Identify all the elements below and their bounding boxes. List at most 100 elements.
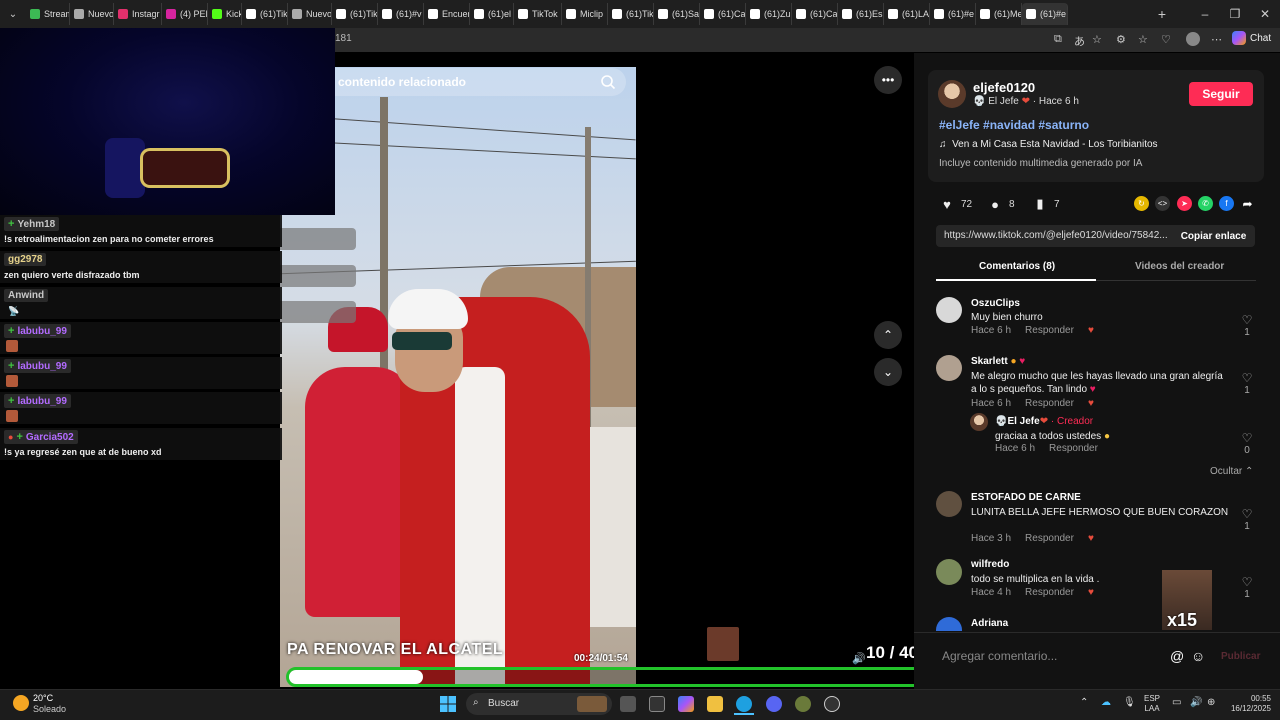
volume-icon[interactable]: 🔊 xyxy=(852,652,866,665)
discord-icon[interactable] xyxy=(766,696,782,712)
browser-tab[interactable]: Nuevo xyxy=(70,3,114,25)
browser-tab[interactable]: (61)Es xyxy=(838,3,884,25)
restore-icon[interactable]: ❐ xyxy=(1220,0,1250,28)
browser-tab[interactable]: Miclip xyxy=(562,3,608,25)
profile-avatar[interactable] xyxy=(1186,32,1200,46)
volume-tray-icon[interactable]: 🔊 xyxy=(1190,697,1202,708)
comment-like[interactable]: ♡ 1 xyxy=(1239,507,1255,532)
copilot-taskbar-icon[interactable] xyxy=(678,696,694,712)
weather-sun-icon[interactable] xyxy=(13,695,29,711)
comment-avatar[interactable] xyxy=(936,559,962,585)
hide-replies-button[interactable]: Ocultar ⌃ xyxy=(1210,466,1253,477)
edge-browser-icon[interactable] xyxy=(736,696,752,712)
input-language[interactable]: ESP LAA xyxy=(1144,694,1160,714)
browser-tab[interactable]: (61)#v xyxy=(378,3,424,25)
reply-button[interactable]: Responder xyxy=(1025,533,1074,544)
comment-like[interactable]: ♡ 1 xyxy=(1239,313,1255,338)
share-arrow-icon[interactable]: ➦ xyxy=(1240,196,1255,211)
reply-button[interactable]: Responder xyxy=(1025,587,1074,598)
new-tab-icon[interactable]: + xyxy=(1153,6,1171,22)
comment-like[interactable]: ♡ 1 xyxy=(1239,575,1255,600)
browser-tab[interactable]: (61)Ca xyxy=(792,3,838,25)
reply-avatar[interactable] xyxy=(970,413,988,431)
like-stat[interactable]: ♥ 72 xyxy=(939,197,972,212)
task-view-icon[interactable] xyxy=(620,696,636,712)
favorites-icon[interactable]: ☆ xyxy=(1138,33,1148,46)
browser-tab[interactable]: (61)Ca xyxy=(700,3,746,25)
network-icon[interactable]: ▭ xyxy=(1172,697,1181,708)
follow-button[interactable]: Seguir xyxy=(1189,82,1253,106)
file-explorer-icon[interactable] xyxy=(707,696,723,712)
mention-icon[interactable]: @ xyxy=(1170,648,1184,664)
browser-tab[interactable]: Nuevo xyxy=(288,3,332,25)
save-stat[interactable]: ▮ 7 xyxy=(1032,196,1059,211)
copy-link-button[interactable]: Copiar enlace xyxy=(1172,225,1255,247)
whatsapp-icon[interactable]: ✆ xyxy=(1198,196,1213,211)
cloud-icon[interactable]: ☁ xyxy=(1101,697,1111,708)
comment-avatar[interactable] xyxy=(936,355,962,381)
creator-avatar[interactable] xyxy=(938,80,966,108)
browser-tab[interactable]: (61)#e xyxy=(930,3,976,25)
browser-tab[interactable]: (61)#e✕ xyxy=(1022,3,1068,25)
browser-tab[interactable]: (61)el xyxy=(470,3,514,25)
tab-list-chevron-icon[interactable]: ⌄ xyxy=(0,3,26,25)
open-in-window-icon[interactable]: ⧉ xyxy=(1054,33,1062,46)
comment-username[interactable]: Skarlett ● ♥ xyxy=(971,356,1025,367)
comment-username[interactable]: OszuClips xyxy=(971,298,1020,309)
video-link-field[interactable]: https://www.tiktok.com/@eljefe0120/video… xyxy=(936,225,1172,247)
browser-tab[interactable]: (4) PER xyxy=(162,3,208,25)
store-icon[interactable] xyxy=(649,696,665,712)
browser-tab[interactable]: (61)Me xyxy=(976,3,1022,25)
browser-tab[interactable]: (61)Sa xyxy=(654,3,700,25)
close-window-icon[interactable]: ✕ xyxy=(1250,0,1280,28)
copilot-chat-button[interactable]: Chat xyxy=(1232,31,1271,45)
browser-tab[interactable]: (61)Tik xyxy=(332,3,378,25)
microphone-icon[interactable]: 🎙 xyxy=(1123,697,1136,708)
browser-tab[interactable]: (61)Tik xyxy=(608,3,654,25)
comment-like[interactable]: ♡ 1 xyxy=(1239,371,1255,396)
browser-tab[interactable]: (61)Tik xyxy=(242,3,288,25)
browser-tab[interactable]: (61)LA xyxy=(884,3,930,25)
weather-temperature[interactable]: 20°C xyxy=(33,693,53,703)
tray-overflow-icon[interactable]: ⌃ xyxy=(1080,697,1088,708)
comment-avatar[interactable] xyxy=(936,297,962,323)
creator-username[interactable]: eljefe0120 xyxy=(973,80,1035,95)
obs-icon[interactable] xyxy=(824,696,840,712)
browser-tab[interactable]: Encuer xyxy=(424,3,470,25)
reply-button[interactable]: Responder xyxy=(1049,443,1098,454)
post-music[interactable]: ♫ Ven a Mi Casa Esta Navidad - Los Torib… xyxy=(939,139,1158,150)
browser-tab[interactable]: TikTok xyxy=(514,3,562,25)
extensions-icon[interactable]: ⚙ xyxy=(1116,33,1126,46)
reply-button[interactable]: Responder xyxy=(1025,398,1074,409)
comment-username[interactable]: wilfredo xyxy=(971,559,1009,570)
comment-username[interactable]: 💀El Jefe❤ · Creador xyxy=(995,416,1093,427)
emoji-picker-icon[interactable]: ☺ xyxy=(1191,648,1205,664)
translate-icon[interactable]: あ xyxy=(1074,33,1085,49)
comment-avatar[interactable] xyxy=(936,491,962,517)
app-icon[interactable] xyxy=(795,696,811,712)
publish-button[interactable]: Publicar xyxy=(1221,651,1260,662)
favorite-star-icon[interactable]: ☆ xyxy=(1092,33,1102,46)
send-icon[interactable]: ➤ xyxy=(1177,196,1192,211)
browser-essentials-icon[interactable]: ♡ xyxy=(1161,33,1171,46)
search-icon[interactable] xyxy=(600,74,616,90)
more-menu-icon[interactable]: ⋯ xyxy=(1211,33,1222,46)
browser-tab[interactable]: Stream xyxy=(26,3,70,25)
comment-username[interactable]: ESTOFADO DE CARNE xyxy=(971,492,1081,503)
search-highlight-icon[interactable] xyxy=(577,696,607,712)
repost-icon[interactable]: ↻ xyxy=(1134,196,1149,211)
comment-stat[interactable]: ● 8 xyxy=(987,197,1015,212)
minimize-icon[interactable]: – xyxy=(1190,0,1220,28)
reply-button[interactable]: Responder xyxy=(1025,325,1074,336)
facebook-icon[interactable]: f xyxy=(1219,196,1234,211)
more-options-icon[interactable]: ••• xyxy=(874,66,902,94)
battery-icon[interactable]: ⊕ xyxy=(1207,697,1215,708)
comment-like[interactable]: ♡ 0 xyxy=(1239,431,1255,456)
post-hashtags[interactable]: #elJefe #navidad #saturno xyxy=(939,118,1089,132)
comment-username[interactable]: Adriana xyxy=(971,618,1008,629)
browser-tab[interactable]: (61)Zu xyxy=(746,3,792,25)
next-video-icon[interactable]: ⌄ xyxy=(874,358,902,386)
tab-comments[interactable]: Comentarios (8) xyxy=(979,261,1055,272)
weather-description[interactable]: Soleado xyxy=(33,704,66,714)
previous-video-icon[interactable]: ⌃ xyxy=(874,321,902,349)
